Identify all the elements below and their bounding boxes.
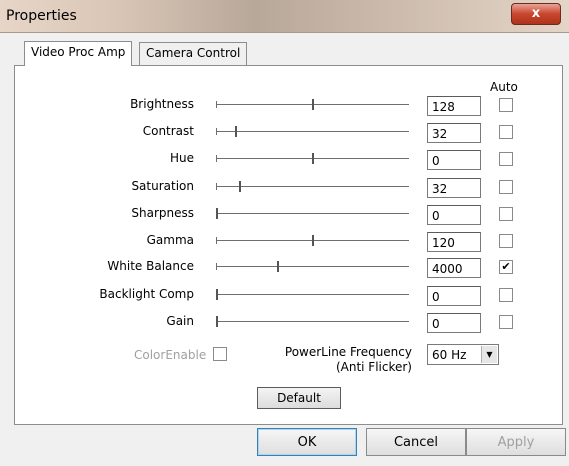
contrast-slider[interactable] xyxy=(216,126,409,137)
auto-column-header: Auto xyxy=(490,80,518,94)
sharpness-label: Sharpness xyxy=(131,206,194,220)
sharpness-auto-checkbox[interactable] xyxy=(499,207,513,221)
hue-auto-checkbox[interactable] xyxy=(499,152,513,166)
contrast-auto-checkbox[interactable] xyxy=(499,125,513,139)
tab-label: Camera Control xyxy=(146,46,241,60)
slider-track-start xyxy=(216,263,217,270)
brightness-slider[interactable] xyxy=(216,99,409,110)
white-balance-auto-checkbox[interactable]: ✔ xyxy=(499,260,513,274)
slider-track-start xyxy=(216,101,217,108)
close-button[interactable]: x xyxy=(511,3,561,25)
gain-label: Gain xyxy=(166,314,194,328)
powerline-label-line2: (Anti Flicker) xyxy=(335,360,412,374)
brightness-label: Brightness xyxy=(130,97,194,111)
sharpness-slider-thumb[interactable] xyxy=(216,208,218,219)
white-balance-slider[interactable] xyxy=(216,261,409,272)
white-balance-label: White Balance xyxy=(107,259,194,273)
slider-track-start xyxy=(216,183,217,190)
color-enable-label: ColorEnable xyxy=(134,348,207,362)
gain-slider[interactable] xyxy=(216,316,409,327)
sharpness-slider[interactable] xyxy=(216,208,409,219)
white-balance-slider-thumb[interactable] xyxy=(277,261,279,272)
hue-slider[interactable] xyxy=(216,153,409,164)
backlight-comp-slider[interactable] xyxy=(216,289,409,300)
slider-track-start xyxy=(216,237,217,244)
backlight-comp-value-field[interactable]: 0 xyxy=(427,286,481,306)
contrast-slider-thumb[interactable] xyxy=(235,126,237,137)
default-button[interactable]: Default xyxy=(257,387,341,409)
backlight-comp-auto-checkbox[interactable] xyxy=(499,288,513,302)
backlight-comp-label: Backlight Comp xyxy=(99,287,194,301)
properties-dialog: Properties x Video Proc Amp Camera Contr… xyxy=(0,0,569,466)
tab-video-proc-amp[interactable]: Video Proc Amp xyxy=(24,41,133,66)
hue-slider-thumb[interactable] xyxy=(312,153,314,164)
chevron-down-icon[interactable]: ▼ xyxy=(481,346,497,363)
brightness-auto-checkbox[interactable] xyxy=(499,98,513,112)
saturation-slider-thumb[interactable] xyxy=(239,181,241,192)
window-title: Properties xyxy=(6,8,77,24)
hue-label: Hue xyxy=(169,151,194,165)
cancel-button[interactable]: Cancel xyxy=(366,428,466,456)
powerline-label-line1: PowerLine Frequency xyxy=(284,345,412,359)
ok-button[interactable]: OK xyxy=(257,428,357,456)
saturation-slider[interactable] xyxy=(216,181,409,192)
checkmark-icon: ✔ xyxy=(501,260,511,273)
brightness-value-field[interactable]: 128 xyxy=(427,96,481,116)
gamma-auto-checkbox[interactable] xyxy=(499,234,513,248)
gamma-slider[interactable] xyxy=(216,235,409,246)
gamma-value-field[interactable]: 120 xyxy=(427,232,481,252)
gamma-slider-thumb[interactable] xyxy=(312,235,314,246)
white-balance-value-field[interactable]: 4000 xyxy=(427,258,481,278)
gain-auto-checkbox[interactable] xyxy=(499,315,513,329)
saturation-value-field[interactable]: 32 xyxy=(427,178,481,198)
powerline-selected-value: 60 Hz xyxy=(432,348,467,362)
saturation-label: Saturation xyxy=(131,179,194,193)
tab-camera-control[interactable]: Camera Control xyxy=(139,42,248,65)
sharpness-value-field[interactable]: 0 xyxy=(427,205,481,225)
gain-slider-thumb[interactable] xyxy=(216,316,218,327)
backlight-comp-slider-thumb[interactable] xyxy=(216,289,218,300)
contrast-label: Contrast xyxy=(142,124,194,138)
powerline-frequency-label: PowerLine Frequency (Anti Flicker) xyxy=(270,345,412,375)
gain-value-field[interactable]: 0 xyxy=(427,313,481,333)
gamma-label: Gamma xyxy=(146,233,194,247)
close-icon: x xyxy=(531,6,541,21)
slider-track-start xyxy=(216,155,217,162)
tab-label: Video Proc Amp xyxy=(31,45,126,59)
powerline-frequency-select[interactable]: 60 Hz ▼ xyxy=(427,344,499,365)
hue-value-field[interactable]: 0 xyxy=(427,150,481,170)
title-bar[interactable]: Properties x xyxy=(0,0,569,33)
apply-button[interactable]: Apply xyxy=(466,428,566,456)
contrast-value-field[interactable]: 32 xyxy=(427,123,481,143)
saturation-auto-checkbox[interactable] xyxy=(499,180,513,194)
color-enable-checkbox[interactable] xyxy=(213,347,227,361)
brightness-slider-thumb[interactable] xyxy=(312,99,314,110)
slider-track-start xyxy=(216,128,217,135)
